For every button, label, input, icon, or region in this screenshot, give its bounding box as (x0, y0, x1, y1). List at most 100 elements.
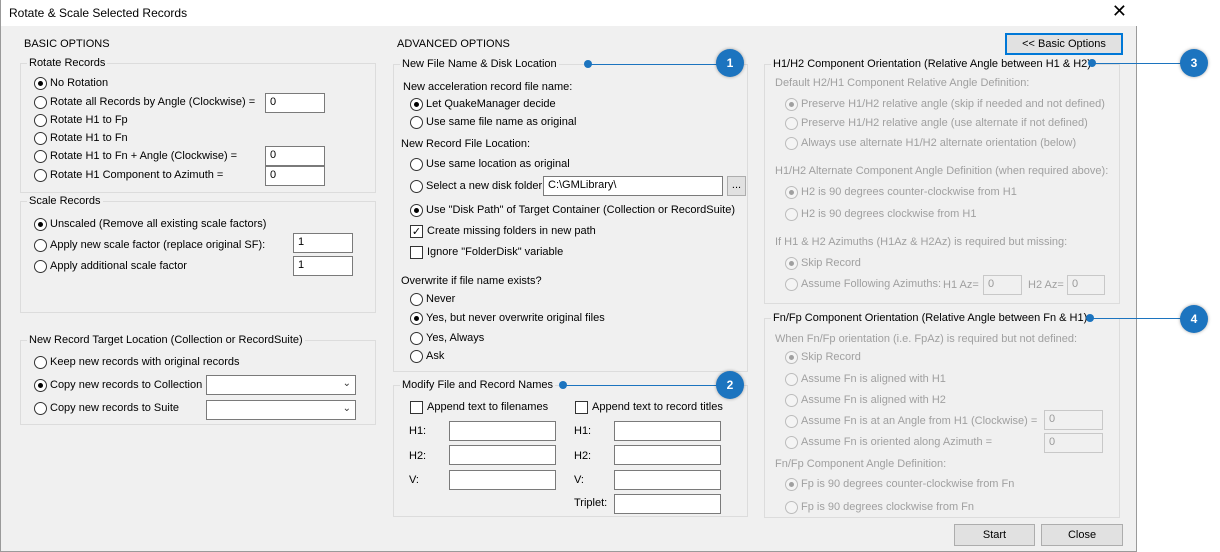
radio-same-location[interactable]: Use same location as original (410, 156, 570, 172)
check-icon: ✓ (410, 224, 423, 238)
title-v-label: V: (574, 474, 584, 486)
radio-indicator (785, 350, 798, 364)
radio-fn-azimuth[interactable]: Assume Fn is oriented along Azimuth = (785, 434, 992, 450)
additional-scale-input[interactable]: 1 (293, 256, 353, 276)
callout-3-line (1092, 63, 1182, 64)
callout-3-dot (1088, 59, 1096, 67)
fnfp-orientation-label: Fn/Fp Component Orientation (Relative An… (771, 312, 1090, 324)
checkbox-append-titles[interactable]: Append text to record titles (575, 399, 723, 415)
radio-h2-ccw[interactable]: H2 is 90 degrees counter-clockwise from … (785, 184, 1017, 200)
radio-rotate-h1-fn-angle[interactable]: Rotate H1 to Fn + Angle (Clockwise) = (34, 148, 237, 164)
modify-names-label: Modify File and Record Names (400, 379, 556, 391)
radio-fp-ccw[interactable]: Fp is 90 degrees counter-clockwise from … (785, 476, 1014, 492)
h2-az-input[interactable]: 0 (1067, 275, 1105, 295)
suite-select[interactable]: ⌄ (206, 400, 356, 420)
radio-copy-suite[interactable]: Copy new records to Suite (34, 400, 179, 416)
radio-indicator (410, 97, 423, 111)
radio-indicator (410, 179, 423, 193)
radio-rotate-angle[interactable]: Rotate all Records by Angle (Clockwise) … (34, 94, 255, 110)
file-h1-label: H1: (409, 425, 427, 437)
start-button[interactable]: Start (954, 524, 1035, 546)
checkbox-create-folders[interactable]: ✓ Create missing folders in new path (410, 223, 596, 239)
callout-4-badge: 4 (1180, 305, 1208, 333)
checkbox-box (575, 400, 588, 414)
file-h1-input[interactable] (449, 421, 556, 441)
radio-overwrite-always[interactable]: Yes, Always (410, 330, 484, 346)
title-h2-input[interactable] (614, 445, 721, 465)
file-v-input[interactable] (449, 470, 556, 490)
radio-preserve-alternate[interactable]: Preserve H1/H2 relative angle (use alter… (785, 115, 1088, 131)
title-v-input[interactable] (614, 470, 721, 490)
title-triplet-label: Triplet: (574, 497, 608, 509)
h1h2-orientation-label: H1/H2 Component Orientation (Relative An… (771, 58, 1093, 70)
radio-indicator (34, 217, 47, 231)
h1-az-input[interactable]: 0 (983, 275, 1022, 295)
radio-always-alternate[interactable]: Always use alternate H1/H2 alternate ori… (785, 135, 1076, 151)
radio-az-skip[interactable]: Skip Record (785, 255, 861, 271)
radio-fn-h2[interactable]: Assume Fn is aligned with H2 (785, 392, 946, 408)
checkbox-append-filenames[interactable]: Append text to filenames (410, 399, 548, 415)
title-h1-label: H1: (574, 425, 592, 437)
radio-preserve-skip[interactable]: Preserve H1/H2 relative angle (skip if n… (785, 96, 1105, 112)
window-title: Rotate & Scale Selected Records (9, 6, 188, 20)
radio-copy-collection[interactable]: Copy new records to Collection (34, 377, 202, 393)
radio-indicator (34, 76, 47, 90)
title-triplet-input[interactable] (614, 494, 721, 514)
radio-indicator (410, 331, 423, 345)
radio-indicator (785, 136, 798, 150)
new-scale-input[interactable]: 1 (293, 233, 353, 253)
browse-folder-button[interactable]: ... (727, 176, 746, 196)
advanced-options-header: ADVANCED OPTIONS (397, 38, 510, 50)
radio-fp-cw[interactable]: Fp is 90 degrees clockwise from Fn (785, 499, 974, 515)
radio-indicator (410, 157, 423, 171)
close-button[interactable]: Close (1041, 524, 1123, 546)
radio-overwrite-never[interactable]: Never (410, 291, 455, 307)
radio-fn-angle[interactable]: Assume Fn is at an Angle from H1 (Clockw… (785, 413, 1037, 429)
radio-indicator (34, 401, 47, 415)
radio-no-rotation[interactable]: No Rotation (34, 75, 108, 91)
radio-indicator (34, 149, 47, 163)
radio-indicator (785, 207, 798, 221)
checkbox-ignore-folderdisk[interactable]: Ignore "FolderDisk" variable (410, 244, 563, 260)
rotate-angle-input[interactable]: 0 (265, 93, 325, 113)
radio-h2-cw[interactable]: H2 is 90 degrees clockwise from H1 (785, 206, 976, 222)
basic-options-button[interactable]: << Basic Options (1005, 33, 1123, 55)
radio-indicator (34, 259, 47, 273)
radio-let-quakemanager[interactable]: Let QuakeManager decide (410, 96, 556, 112)
radio-same-file-name[interactable]: Use same file name as original (410, 114, 576, 130)
radio-rotate-h1-fp[interactable]: Rotate H1 to Fp (34, 112, 128, 128)
radio-rotate-azimuth[interactable]: Rotate H1 Component to Azimuth = (34, 167, 223, 183)
fnfp-prompt: When Fn/Fp orientation (i.e. FpAz) is re… (775, 333, 1078, 345)
checkbox-box (410, 400, 423, 414)
radio-keep-original[interactable]: Keep new records with original records (34, 354, 240, 370)
radio-indicator (785, 97, 798, 111)
radio-overwrite-not-original[interactable]: Yes, but never overwrite original files (410, 310, 605, 326)
radio-indicator (785, 372, 798, 386)
title-h1-input[interactable] (614, 421, 721, 441)
radio-indicator (410, 349, 423, 363)
disk-folder-input[interactable]: C:\GMLibrary\ (543, 176, 723, 196)
radio-overwrite-ask[interactable]: Ask (410, 348, 444, 364)
rotate-fn-angle-input[interactable]: 0 (265, 146, 325, 166)
file-h2-input[interactable] (449, 445, 556, 465)
radio-indicator (34, 113, 47, 127)
close-icon[interactable]: ✕ (1112, 2, 1127, 22)
collection-select[interactable]: ⌄ (206, 375, 356, 395)
checkbox-box (410, 245, 423, 259)
radio-fn-skip[interactable]: Skip Record (785, 349, 861, 365)
basic-options-header: BASIC OPTIONS (24, 38, 110, 50)
rotate-azimuth-input[interactable]: 0 (265, 166, 325, 186)
radio-container-disk-path[interactable]: Use "Disk Path" of Target Container (Col… (410, 202, 735, 218)
fn-azimuth-input[interactable]: 0 (1044, 433, 1103, 453)
radio-additional-scale[interactable]: Apply additional scale factor (34, 258, 187, 274)
radio-indicator (785, 477, 798, 491)
radio-indicator (785, 435, 798, 449)
radio-rotate-h1-fn[interactable]: Rotate H1 to Fn (34, 130, 128, 146)
fn-angle-input[interactable]: 0 (1044, 410, 1103, 430)
radio-new-disk-folder[interactable]: Select a new disk folder (410, 178, 542, 194)
radio-az-assume[interactable]: Assume Following Azimuths: (785, 276, 941, 292)
radio-fn-h1[interactable]: Assume Fn is aligned with H1 (785, 371, 946, 387)
radio-unscaled[interactable]: Unscaled (Remove all existing scale fact… (34, 216, 266, 232)
callout-1-dot (584, 60, 592, 68)
radio-new-scale[interactable]: Apply new scale factor (replace original… (34, 237, 265, 253)
